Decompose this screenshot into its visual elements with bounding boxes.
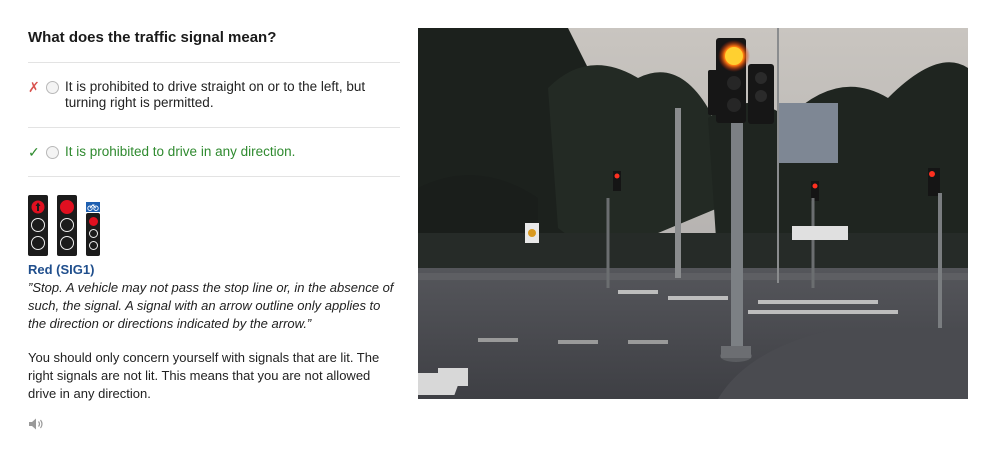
answer-option-1[interactable]: ✗ It is prohibited to drive straight on … <box>28 63 400 127</box>
bicycle-signal-group <box>86 195 109 256</box>
signal-illustrations <box>28 195 400 256</box>
traffic-scene-image <box>418 28 968 399</box>
question-title: What does the traffic signal mean? <box>28 29 277 46</box>
answer-radio-2[interactable] <box>46 146 59 159</box>
question-panel: What does the traffic signal mean? ✗ It … <box>28 28 400 436</box>
lamp-icon <box>88 240 98 250</box>
arrow-signal-icon <box>28 195 48 256</box>
answer-option-2[interactable]: ✓ It is prohibited to drive in any direc… <box>28 128 400 176</box>
divider <box>28 176 400 177</box>
check-icon: ✓ <box>28 144 40 160</box>
lamp-icon <box>31 218 45 232</box>
answer-text-2: It is prohibited to drive in any directi… <box>65 144 296 159</box>
answer-text-1: It is prohibited to drive straight on or… <box>65 79 366 110</box>
lamp-icon <box>60 218 74 232</box>
signal-definition: ”Stop. A vehicle may not pass the stop l… <box>28 280 394 331</box>
answer-radio-1[interactable] <box>46 81 59 94</box>
bicycle-signal-icon <box>86 213 100 256</box>
red-signal-icon <box>57 195 77 256</box>
signal-name: Red (SIG1) <box>28 262 95 277</box>
speaker-icon[interactable] <box>28 417 46 431</box>
red-lamp-icon <box>88 216 98 226</box>
arrow-lamp-icon <box>31 200 45 214</box>
lamp-icon <box>88 228 98 238</box>
lamp-icon <box>31 236 45 250</box>
red-lamp-icon <box>60 200 74 214</box>
lamp-icon <box>60 236 74 250</box>
bicycle-icon <box>86 202 100 212</box>
explanation-text: You should only concern yourself with si… <box>28 350 380 401</box>
traffic-scene-photo <box>418 28 968 399</box>
cross-icon: ✗ <box>28 79 40 95</box>
